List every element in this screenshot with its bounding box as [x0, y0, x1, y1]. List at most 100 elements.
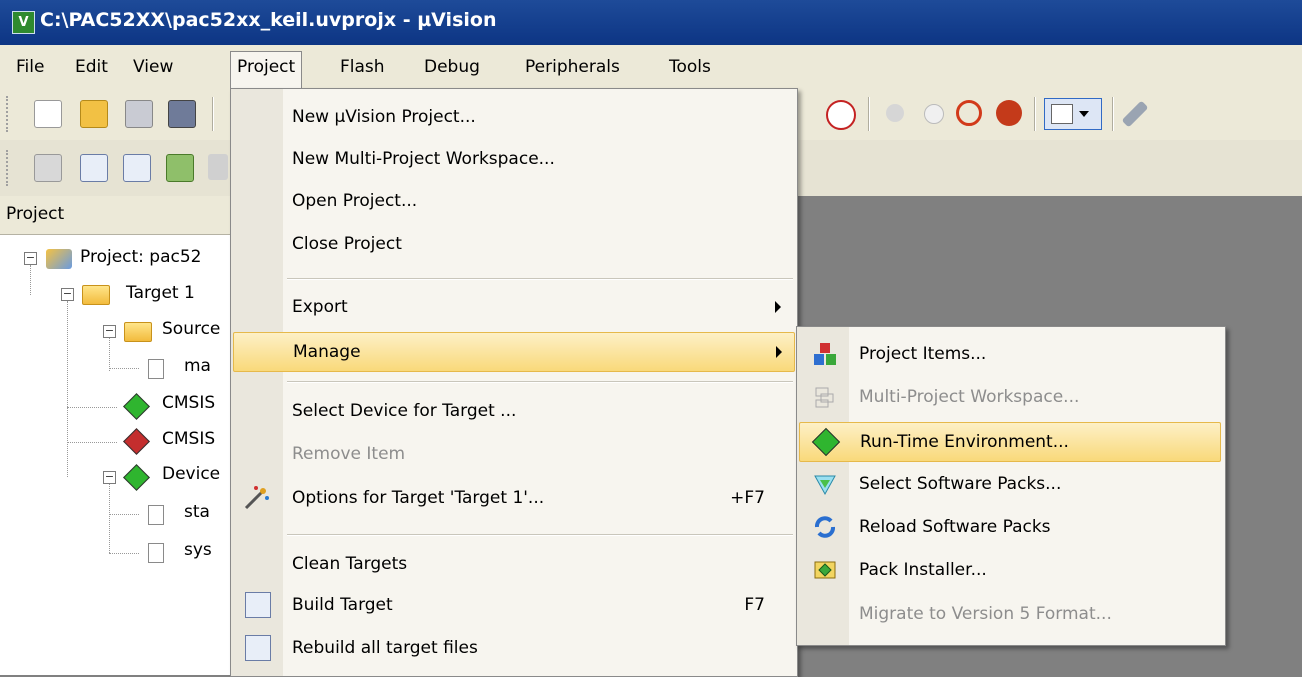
- menu-item-run-time-environment[interactable]: Run-Time Environment...: [799, 422, 1221, 462]
- menu-item-label: Close Project: [292, 234, 402, 254]
- tree-item-cmsis[interactable]: CMSIS: [162, 393, 215, 413]
- menu-item-options-for-target[interactable]: Options for Target 'Target 1'... +F7: [233, 479, 793, 517]
- tree-collapse-toggle[interactable]: −: [24, 252, 37, 265]
- file-icon: [148, 543, 164, 563]
- menu-item-label: New µVision Project...: [292, 107, 476, 127]
- debug-start-icon[interactable]: [826, 100, 856, 130]
- save-icon[interactable]: [125, 100, 153, 128]
- menu-item-label: Project Items...: [859, 344, 987, 364]
- menu-tools[interactable]: Tools: [663, 53, 717, 81]
- menu-item-close-project[interactable]: Close Project: [233, 225, 793, 263]
- window-layout-dropdown[interactable]: [1044, 98, 1102, 130]
- save-all-icon[interactable]: [168, 100, 196, 128]
- translate-icon[interactable]: [34, 154, 62, 182]
- menu-item-label: Reload Software Packs: [859, 517, 1051, 537]
- rebuild-icon[interactable]: [123, 154, 151, 182]
- tree-item-cmsis[interactable]: CMSIS: [162, 429, 215, 449]
- title-bar: V C:\PAC52XX\pac52xx_keil.uvprojx - µVis…: [0, 0, 1302, 45]
- menu-item-label: New Multi-Project Workspace...: [292, 149, 555, 169]
- file-icon: [148, 505, 164, 525]
- enable-breakpoint-icon[interactable]: [924, 104, 944, 124]
- toolbar-icon[interactable]: [208, 154, 228, 180]
- menu-view[interactable]: View: [127, 53, 179, 81]
- toolbar-separator: [212, 97, 214, 131]
- tree-line: [67, 301, 68, 477]
- menu-item-label: Manage: [293, 342, 361, 362]
- menu-item-build-target[interactable]: Build Target F7: [233, 586, 793, 624]
- project-icon: [46, 249, 72, 269]
- menu-item-new-project[interactable]: New µVision Project...: [233, 98, 793, 136]
- tree-item-target[interactable]: Target 1: [126, 283, 195, 303]
- menu-item-label: Migrate to Version 5 Format...: [859, 604, 1112, 624]
- project-panel-header: Project: [0, 196, 230, 235]
- menu-separator: [287, 534, 793, 536]
- red-diamond-icon: [123, 428, 150, 455]
- tree-item-source-group[interactable]: Source: [162, 319, 220, 339]
- menu-item-multi-project-workspace: Multi-Project Workspace...: [799, 378, 1219, 416]
- menu-project[interactable]: Project: [230, 51, 303, 90]
- green-diamond-icon: [123, 393, 150, 420]
- toolbar-grip[interactable]: [6, 96, 12, 132]
- menu-item-pack-installer[interactable]: Pack Installer...: [799, 551, 1219, 589]
- new-file-icon[interactable]: [34, 100, 62, 128]
- green-diamond-icon: [123, 464, 150, 491]
- menu-bar: File Edit View Project Flash Debug Perip…: [0, 45, 1302, 90]
- tree-collapse-toggle[interactable]: −: [103, 471, 116, 484]
- window-layout-icon: [1051, 104, 1073, 124]
- menu-item-label: Open Project...: [292, 191, 418, 211]
- tree-line: [67, 407, 117, 408]
- menu-item-open-project[interactable]: Open Project...: [233, 182, 793, 220]
- menu-peripherals[interactable]: Peripherals: [519, 53, 626, 81]
- download-icon[interactable]: [166, 154, 194, 182]
- menu-item-new-workspace[interactable]: New Multi-Project Workspace...: [233, 140, 793, 178]
- tree-item-project[interactable]: Project: pac52: [80, 247, 201, 267]
- wrench-icon[interactable]: [1121, 100, 1149, 128]
- project-panel-title: Project: [6, 204, 65, 224]
- menu-item-migrate-version-5: Migrate to Version 5 Format...: [799, 595, 1219, 633]
- select-packs-icon: [814, 475, 836, 496]
- menu-item-rebuild-all[interactable]: Rebuild all target files: [233, 629, 793, 667]
- project-items-icon: [814, 343, 836, 365]
- tree-line: [109, 514, 139, 515]
- tree-line: [67, 442, 117, 443]
- toolbar-separator: [1112, 97, 1114, 131]
- menu-file[interactable]: File: [10, 53, 50, 81]
- menu-debug[interactable]: Debug: [418, 53, 486, 81]
- menu-item-label: Export: [292, 297, 348, 317]
- insert-breakpoint-icon[interactable]: [886, 104, 904, 122]
- rte-diamond-icon: [811, 427, 841, 457]
- tree-item-file[interactable]: sta: [184, 502, 210, 522]
- menu-flash[interactable]: Flash: [334, 53, 391, 81]
- tree-line: [109, 337, 110, 371]
- folder-icon: [82, 285, 110, 305]
- open-folder-icon[interactable]: [80, 100, 108, 128]
- menu-item-select-software-packs[interactable]: Select Software Packs...: [799, 465, 1219, 503]
- menu-item-reload-software-packs[interactable]: Reload Software Packs: [799, 508, 1219, 546]
- tree-collapse-toggle[interactable]: −: [61, 288, 74, 301]
- folder-icon: [124, 322, 152, 342]
- menu-item-export[interactable]: Export: [233, 288, 793, 326]
- menu-item-select-device[interactable]: Select Device for Target ...: [233, 392, 793, 430]
- tree-collapse-toggle[interactable]: −: [103, 325, 116, 338]
- kill-breakpoints-icon[interactable]: [996, 100, 1022, 126]
- rebuild-icon: [245, 635, 271, 661]
- tree-item-device[interactable]: Device: [162, 464, 220, 484]
- menu-item-label: Remove Item: [292, 444, 406, 464]
- menu-separator: [287, 278, 793, 280]
- menu-edit[interactable]: Edit: [69, 53, 114, 81]
- toolbar-grip[interactable]: [6, 150, 12, 186]
- menu-item-project-items[interactable]: Project Items...: [799, 335, 1219, 373]
- project-menu: New µVision Project... New Multi-Project…: [230, 88, 798, 677]
- menu-item-label: Multi-Project Workspace...: [859, 387, 1080, 407]
- project-tree: − Project: pac52 − Target 1 − Source ma …: [0, 235, 230, 675]
- menu-item-clean-targets[interactable]: Clean Targets: [233, 545, 793, 583]
- tree-item-file[interactable]: sys: [184, 540, 212, 560]
- uvision-icon[interactable]: V: [12, 11, 35, 34]
- tree-line: [109, 483, 110, 553]
- build-icon[interactable]: [80, 154, 108, 182]
- menu-item-label: Clean Targets: [292, 554, 408, 574]
- disable-breakpoints-icon[interactable]: [956, 100, 982, 126]
- toolbar-separator: [868, 97, 870, 131]
- tree-item-file[interactable]: ma: [184, 356, 211, 376]
- menu-item-manage[interactable]: Manage: [233, 332, 795, 372]
